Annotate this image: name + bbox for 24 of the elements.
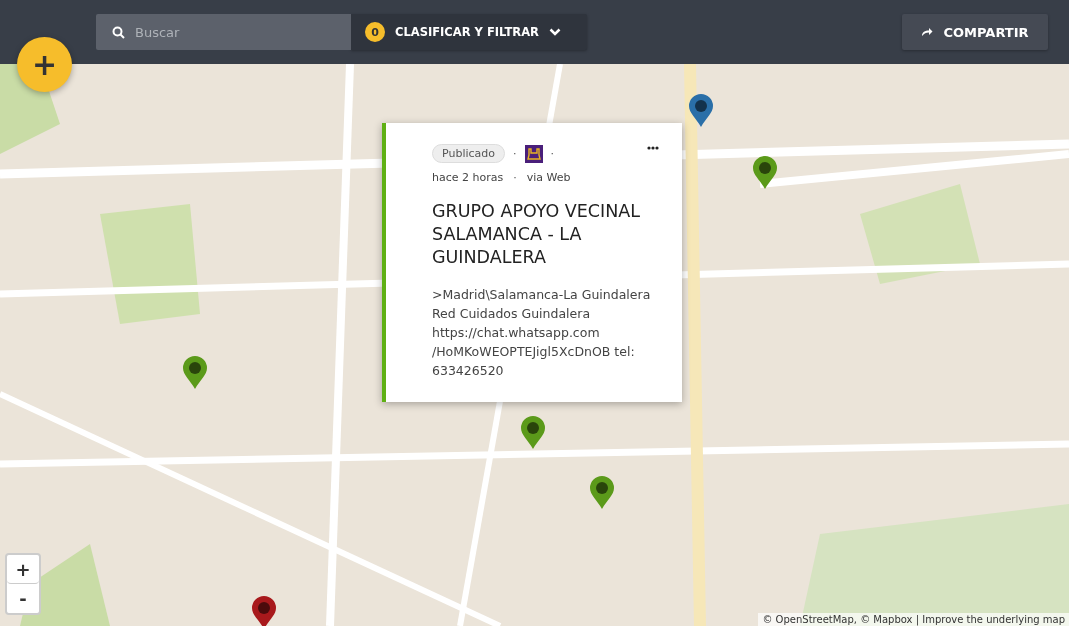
map-pin-icon[interactable] (752, 156, 778, 190)
map-pin-icon[interactable] (688, 94, 714, 128)
map-attribution[interactable]: © OpenStreetMap, © Mapbox | Improve the underlying map (758, 613, 1069, 626)
post-description: >Madrid\Salamanca-La Guindalera Red Cuidados Guindalera https://chat.whatsapp.com /HoMKoWEOPTEJigl5XcDnOB tel: 633426520 (432, 286, 652, 380)
search-icon (112, 26, 125, 39)
share-button[interactable]: COMPARTIR (902, 14, 1048, 50)
share-arrow-icon (921, 27, 934, 37)
avatar-icon (524, 144, 543, 163)
post-time: hace 2 horas (432, 171, 504, 184)
separator-dot: · (513, 171, 517, 184)
map-pin-icon[interactable] (182, 356, 208, 390)
chevron-down-icon (548, 28, 561, 36)
separator-dot: · (513, 147, 517, 160)
post-title: GRUPO APOYO VECINAL SALAMANCA - LA GUINDALERA (432, 200, 642, 269)
post-source: via Web (526, 171, 571, 184)
map-pin-icon[interactable] (589, 476, 615, 510)
map-pin-icon[interactable] (520, 416, 546, 450)
more-options-icon[interactable] (647, 146, 659, 150)
count-badge: 0 (365, 22, 385, 42)
map-pin-icon[interactable] (251, 596, 277, 626)
status-tag: Publicado (432, 144, 505, 163)
separator-dot: · (550, 147, 554, 160)
sort-filter-button[interactable]: 0 CLASIFICAR Y FILTRAR (351, 14, 587, 50)
search-field[interactable]: Buscar (96, 14, 351, 50)
